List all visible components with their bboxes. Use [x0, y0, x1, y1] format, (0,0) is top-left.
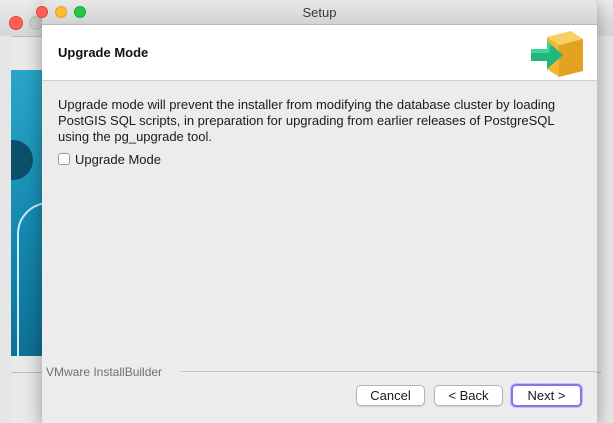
footer-divider [180, 371, 597, 372]
upgrade-mode-checkbox[interactable] [58, 153, 70, 165]
back-button[interactable]: < Back [434, 385, 503, 406]
next-button[interactable]: Next > [511, 384, 582, 407]
window-title: Setup [302, 5, 337, 20]
installer-box-arrow-icon [531, 31, 583, 77]
dialog-zoom-button[interactable] [74, 6, 86, 18]
titlebar: Setup [42, 0, 597, 25]
cancel-button[interactable]: Cancel [356, 385, 425, 406]
upgrade-mode-checkbox-label[interactable]: Upgrade Mode [75, 152, 161, 167]
background-right-strip [597, 36, 613, 423]
description-text: Upgrade mode will prevent the installer … [58, 97, 556, 144]
background-close-button[interactable] [9, 16, 23, 30]
dialog-minimize-button[interactable] [55, 6, 67, 18]
page-title: Upgrade Mode [58, 45, 149, 60]
background-side-image [11, 70, 43, 356]
setup-dialog: Setup Upgrade Mode Upgrade mode will pre… [42, 0, 597, 423]
dialog-close-button[interactable] [36, 6, 48, 18]
upgrade-mode-checkbox-row[interactable]: Upgrade Mode [58, 151, 161, 167]
background-image-curve [17, 202, 43, 356]
dialog-traffic-lights [36, 6, 106, 20]
background-image-shape [11, 140, 33, 180]
background-left-strip [0, 36, 11, 423]
installer-brand-label: VMware InstallBuilder [46, 365, 163, 379]
page-header: Upgrade Mode [42, 25, 597, 81]
